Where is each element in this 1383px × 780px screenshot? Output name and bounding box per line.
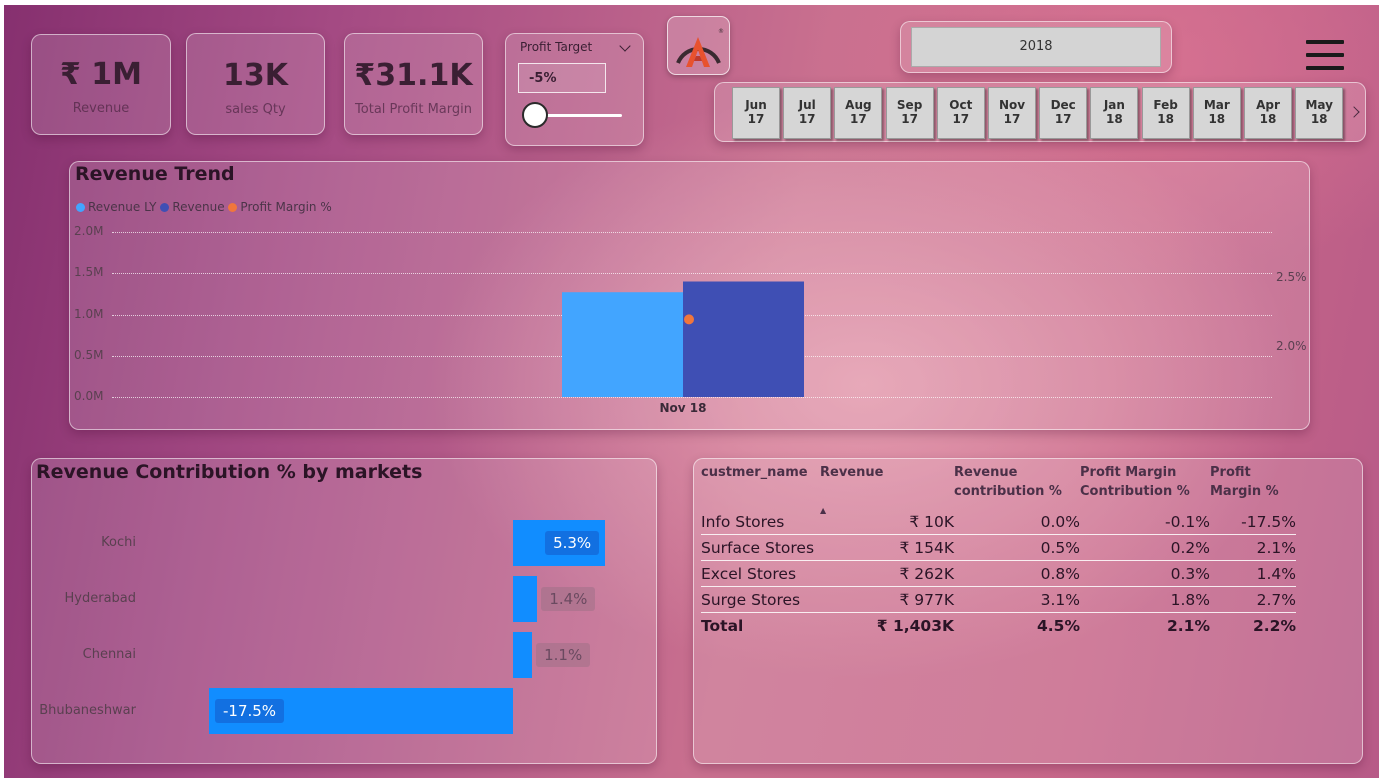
header-revenue-label: Revenue [820,465,884,480]
table-header-row: custmer_name Revenue ▲ Revenue contributi… [701,463,1296,515]
total-value: ₹ 1,403K [876,616,954,635]
market-data-label: 5.3% [545,531,600,555]
market-label: Bhubaneshwar [39,703,136,718]
cell-value: 0.3% [1170,564,1210,583]
cell-value: ₹ 262K [899,564,954,583]
market-data-label: 1.1% [536,643,591,667]
cell-value: 1.8% [1170,590,1210,609]
point-profit-margin[interactable] [684,314,694,325]
table-row[interactable]: Excel Stores ₹ 262K 0.8% 0.3% 1.4% [701,561,1296,587]
bar-revenue[interactable] [683,281,804,398]
header-revenue[interactable]: Revenue ▲ [820,463,954,515]
cell-value: -17.5% [1241,512,1296,531]
cell-customer-name: Excel Stores [701,564,797,583]
total-value: 2.1% [1167,616,1210,635]
revenue-trend-plot [562,281,804,398]
cell-value: ₹ 10K [909,512,954,531]
cell-value: 0.5% [1040,538,1080,557]
header-custmer-name[interactable]: custmer_name [701,463,820,509]
table-row[interactable]: Surge Stores ₹ 977K 3.1% 1.8% 2.7% [701,587,1296,613]
total-value: 4.5% [1037,616,1080,635]
cell-value: ₹ 154K [899,538,954,557]
cell-value: 0.0% [1040,512,1080,531]
market-label: Kochi [101,535,136,550]
cell-value: 0.2% [1170,538,1210,557]
market-bar[interactable] [513,632,533,678]
markets-title: Revenue Contribution % by markets [36,461,423,483]
x-tick-label: Nov 18 [659,401,707,415]
cell-value: 2.1% [1256,538,1296,557]
customer-table: custmer_name Revenue ▲ Revenue contributi… [701,463,1296,638]
table-row[interactable]: Surface Stores ₹ 154K 0.5% 0.2% 2.1% [701,535,1296,561]
header-profit-margin-contribution[interactable]: Profit Margin Contribution % [1080,463,1210,509]
cell-value: -0.1% [1165,512,1210,531]
cell-customer-name: Info Stores [701,512,785,531]
table-body: Info Stores ₹ 10K 0.0% -0.1% -17.5% Surface S… [701,509,1296,638]
bar-revenue-ly[interactable] [562,292,683,397]
header-profit-margin[interactable]: Profit Margin % [1210,463,1296,509]
table-row[interactable]: Info Stores ₹ 10K 0.0% -0.1% -17.5% [701,509,1296,535]
cell-customer-name: Surface Stores [701,538,815,557]
cell-customer-name: Surge Stores [701,590,801,609]
market-label: Hyderabad [64,591,137,606]
cell-value: 1.4% [1256,564,1296,583]
total-value: 2.2% [1253,616,1296,635]
header-revenue-contribution[interactable]: Revenue contribution % [954,463,1080,509]
dashboard-canvas: ₹ 1M Revenue 13K sales Qty ₹31.1K Total … [4,5,1379,778]
table-total-row: Total ₹ 1,403K 4.5% 2.1% 2.2% [701,613,1296,639]
cell-value: ₹ 977K [899,590,954,609]
sort-ascending-icon: ▲ [820,506,827,515]
cell-value: 0.8% [1040,564,1080,583]
cell-value: 2.7% [1256,590,1296,609]
market-data-label: -17.5% [215,699,285,723]
total-label: Total [701,616,744,635]
cell-value: 3.1% [1040,590,1080,609]
market-data-label: 1.4% [541,587,596,611]
market-label: Chennai [82,647,136,662]
market-bar[interactable] [513,576,538,622]
